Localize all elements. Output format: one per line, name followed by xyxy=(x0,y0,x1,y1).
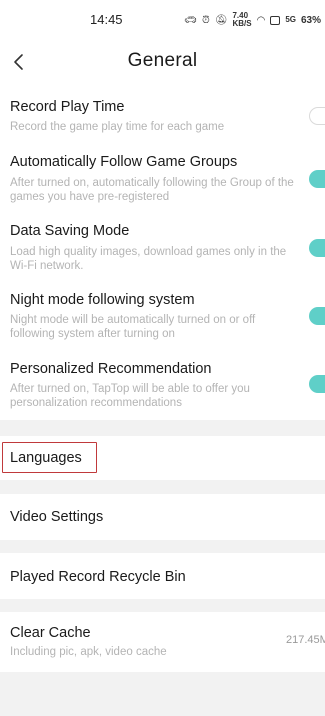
setting-title: Automatically Follow Game Groups xyxy=(10,154,238,170)
auto-follow-groups-toggle[interactable] xyxy=(309,170,325,188)
setting-title: Data Saving Mode xyxy=(10,223,130,239)
video-settings-row[interactable]: Video Settings xyxy=(0,494,325,540)
clear-cache-description: Including pic, apk, video cache xyxy=(10,646,167,658)
car-icon: 🚗︎ xyxy=(184,14,197,26)
clear-cache-label: Clear Cache xyxy=(10,625,91,641)
setting-description: After turned on, automatically following… xyxy=(10,177,294,203)
setting-title: Night mode following system xyxy=(10,292,195,308)
mute-icon: 🔕︎ xyxy=(214,14,228,26)
hd-icon xyxy=(270,15,281,25)
night-mode-toggle[interactable] xyxy=(309,307,325,325)
status-bar: 14:45 🚗︎ ⏰︎ 🔕︎ 7.40 KB/S ◠ 5G 63% xyxy=(0,0,325,40)
page-title: General xyxy=(127,50,198,71)
header: General xyxy=(0,40,325,84)
wifi-icon: ◠ xyxy=(256,14,266,26)
data-speed: 7.40 KB/S xyxy=(232,12,251,28)
personalized-recommendation-toggle[interactable] xyxy=(309,375,325,393)
data-saving-mode-toggle[interactable] xyxy=(309,239,325,257)
status-icons: 🚗︎ ⏰︎ 🔕︎ 7.40 KB/S ◠ 5G 63% xyxy=(184,12,321,28)
record-play-time-toggle[interactable] xyxy=(309,107,325,125)
recycle-bin-label: Played Record Recycle Bin xyxy=(10,569,186,585)
setting-description: Load high quality images, download games… xyxy=(10,246,287,272)
setting-title: Personalized Recommendation xyxy=(10,361,212,377)
recycle-bin-row[interactable]: Played Record Recycle Bin xyxy=(0,553,325,599)
video-settings-label: Video Settings xyxy=(10,509,104,525)
alarm-icon: ⏰︎ xyxy=(201,14,210,26)
battery-level: 63% xyxy=(300,14,321,26)
data-speed-unit: KB/S xyxy=(232,19,252,28)
setting-description: Record the game play time for each game xyxy=(10,121,225,133)
setting-description: After turned on, TapTop will be able to … xyxy=(10,383,250,409)
toggle-settings-card: Record Play Time Record the game play ti… xyxy=(0,84,325,420)
setting-title: Record Play Time xyxy=(10,99,125,115)
setting-description: Night mode will be automatically turned … xyxy=(10,314,256,340)
cache-size-value: 217.45M xyxy=(286,634,325,646)
languages-highlight-box xyxy=(2,442,97,473)
clear-cache-row[interactable]: Clear Cache Including pic, apk, video ca… xyxy=(0,612,325,672)
signal-icon: 5G xyxy=(285,15,296,24)
status-time: 14:45 xyxy=(90,12,123,27)
